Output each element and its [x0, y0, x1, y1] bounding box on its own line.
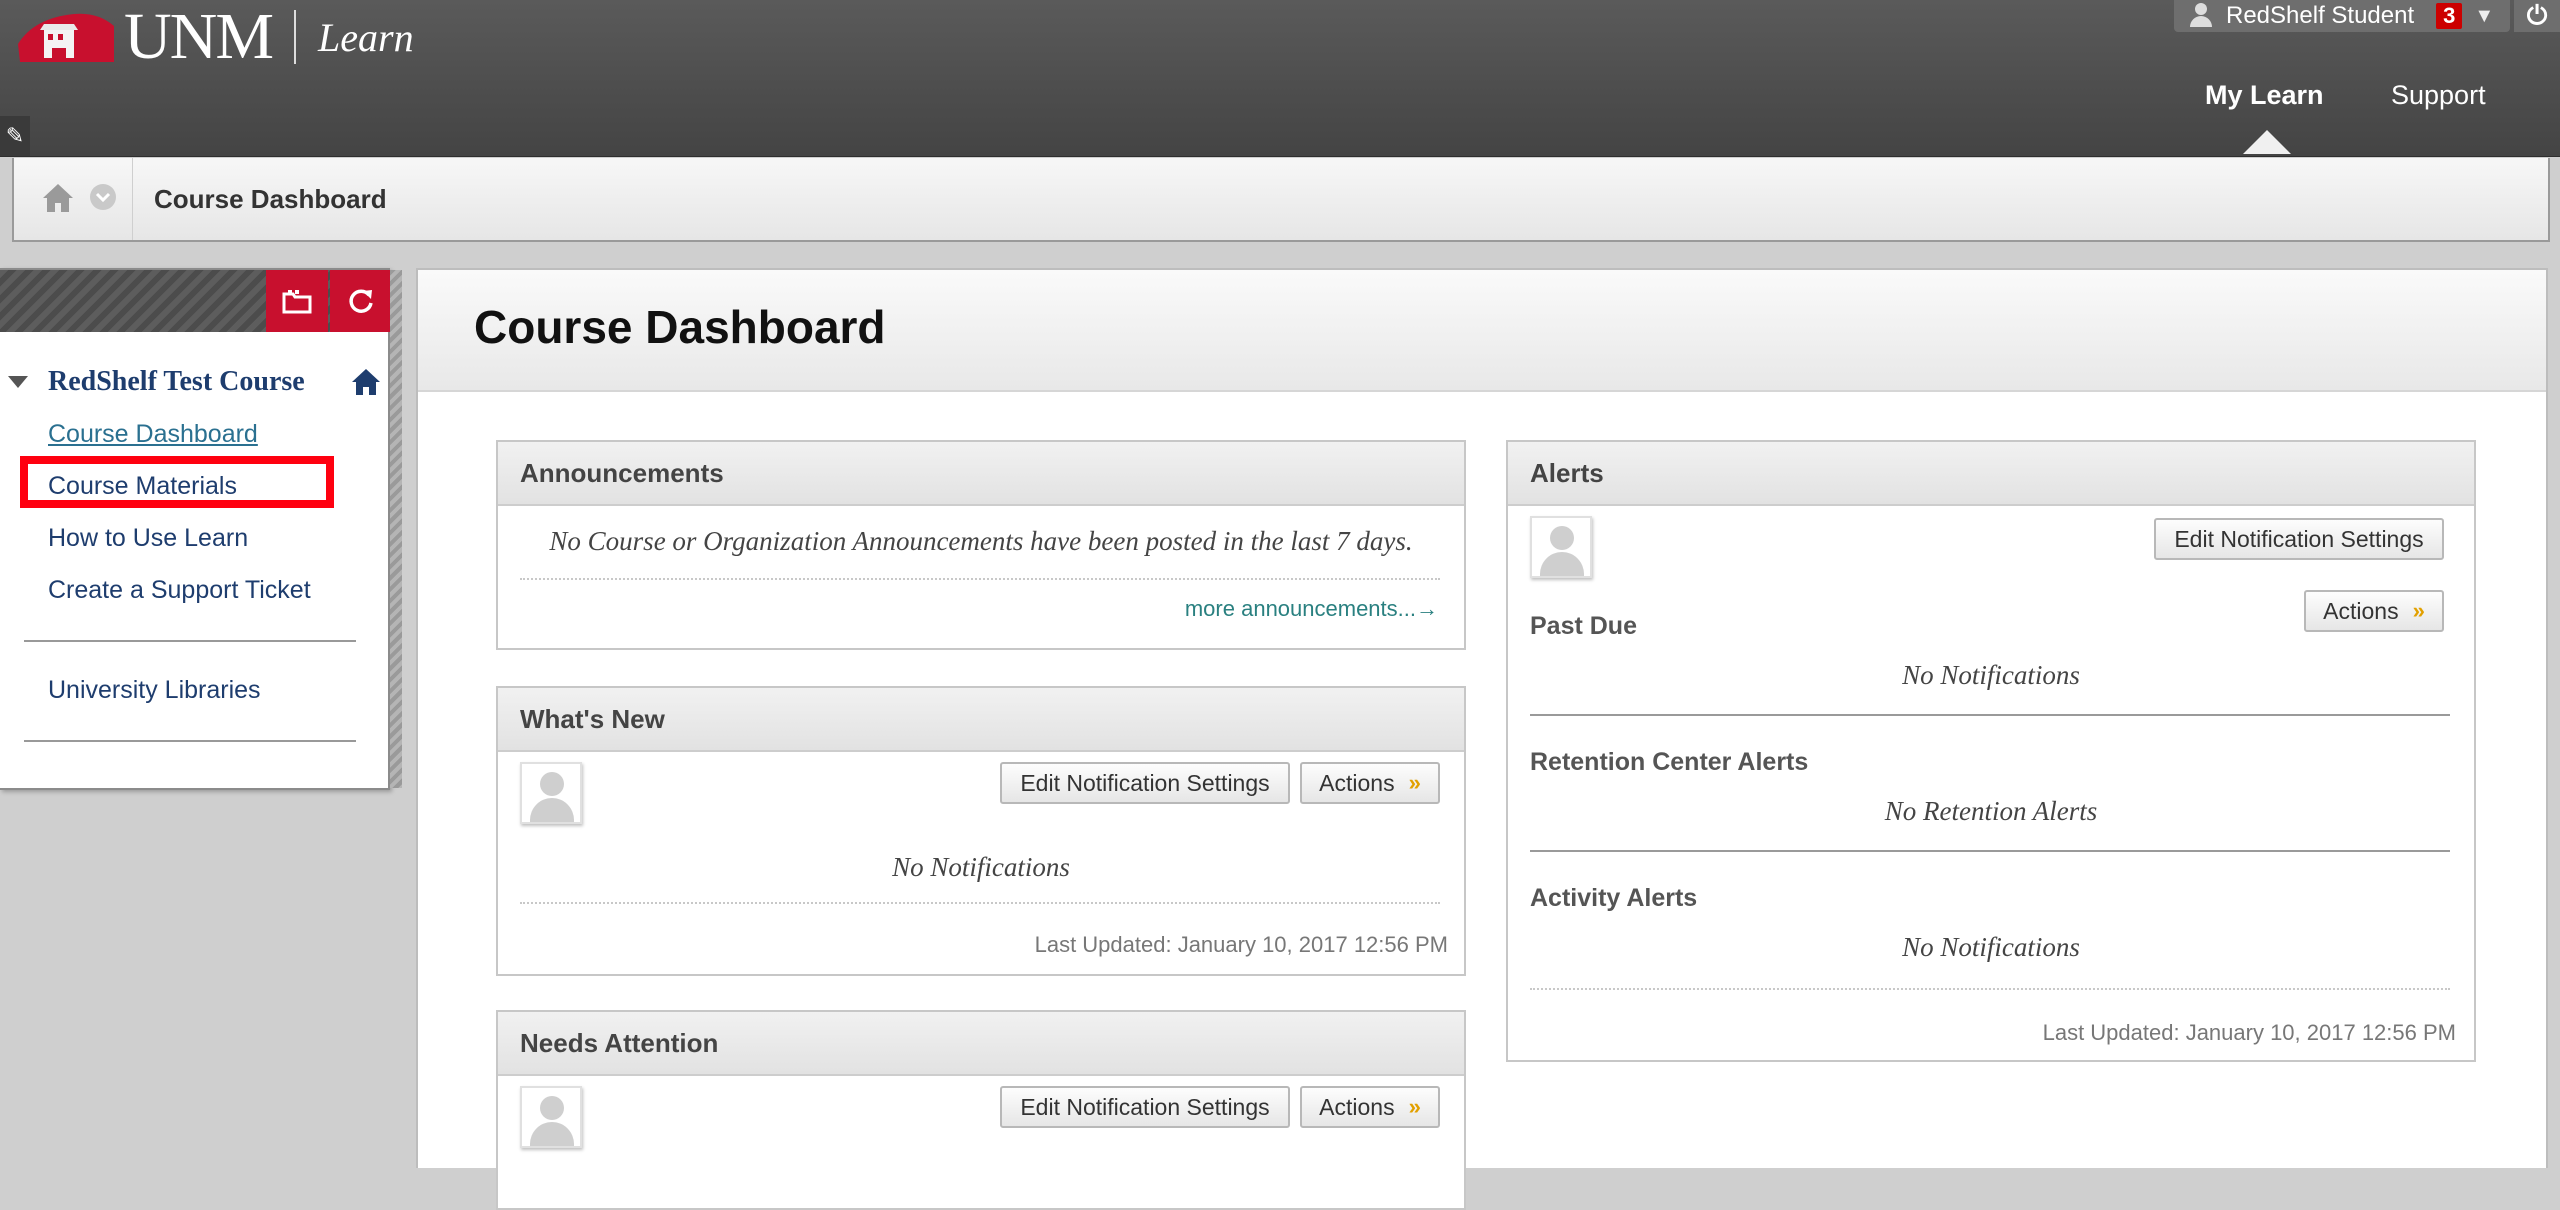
avatar [1530, 516, 1592, 578]
page-header: Course Dashboard [418, 270, 2546, 392]
retention-center-alerts-title: Retention Center Alerts [1530, 748, 1809, 776]
menu-divider [24, 640, 356, 642]
dotted-divider [520, 902, 1440, 904]
course-menu-header [0, 270, 392, 332]
menu-item-create-support-ticket[interactable]: Create a Support Ticket [48, 576, 311, 605]
edit-mode-icon[interactable]: ✎ [0, 116, 30, 156]
whats-new-module: What's New Edit Notification Settings Ac… [496, 686, 1466, 976]
more-announcements-link[interactable]: more announcements...→ [1185, 596, 1438, 622]
page-title: Course Dashboard [474, 301, 886, 353]
module-title[interactable]: Alerts [1508, 442, 2474, 506]
actions-button[interactable]: Actions » [1300, 1086, 1440, 1128]
menu-divider [24, 740, 356, 742]
menu-item-how-to-use-learn[interactable]: How to Use Learn [48, 524, 248, 553]
last-updated-text: Last Updated: January 10, 2017 12:56 PM [2042, 1020, 2456, 1045]
alerts-module: Alerts Edit Notification Settings Action… [1506, 440, 2476, 1062]
activity-alerts-title: Activity Alerts [1530, 884, 1698, 912]
dotted-divider [520, 578, 1440, 580]
top-header: UNM Learn RedShelf Student 3 ▼ ⏻ My Lear… [0, 0, 2560, 157]
avatar [520, 762, 582, 824]
past-due-title: Past Due [1530, 612, 1637, 640]
dotted-divider [1530, 988, 2450, 990]
actions-label: Actions [1319, 1093, 1395, 1120]
tab-support[interactable]: Support [2391, 80, 2486, 111]
announcements-module: Announcements No Course or Organization … [496, 440, 1466, 650]
actions-button[interactable]: Actions » [1300, 762, 1440, 804]
course-home-icon[interactable] [350, 366, 382, 398]
menu-item-course-dashboard[interactable]: Course Dashboard [48, 420, 258, 449]
last-updated-text: Last Updated: January 10, 2017 12:56 PM [1034, 932, 1448, 957]
course-title-row[interactable]: RedShelf Test Course [0, 364, 388, 404]
active-tab-indicator [2243, 130, 2291, 154]
menu-item-university-libraries[interactable]: University Libraries [48, 676, 261, 705]
user-menu[interactable]: RedShelf Student 3 ▼ [2174, 0, 2510, 32]
folder-icon [282, 290, 312, 314]
retention-empty-message: No Retention Alerts [1884, 796, 2098, 826]
double-chevron-down-icon: » [1408, 1094, 1421, 1119]
breadcrumb-menu-icon[interactable] [88, 182, 118, 212]
actions-label: Actions [2323, 597, 2399, 624]
whats-new-empty-message: No Notifications [892, 852, 1070, 882]
highlight-annotation-box [20, 456, 334, 508]
breadcrumb: Course Dashboard [12, 158, 2550, 242]
tab-my-learn[interactable]: My Learn [2205, 80, 2324, 111]
chevron-down-icon[interactable]: ▼ [2474, 5, 2494, 28]
course-title[interactable]: RedShelf Test Course [48, 366, 305, 398]
section-divider [1530, 850, 2450, 852]
breadcrumb-current: Course Dashboard [154, 184, 387, 214]
past-due-empty-message: No Notifications [1902, 660, 2080, 690]
module-title[interactable]: Announcements [498, 442, 1464, 506]
home-icon[interactable] [40, 180, 76, 216]
logo-learn-text: Learn [318, 14, 414, 60]
logo-divider [294, 10, 297, 64]
actions-label: Actions [1319, 769, 1395, 796]
notification-badge[interactable]: 3 [2436, 3, 2463, 29]
logo-unm-text: UNM [124, 0, 274, 73]
double-chevron-down-icon: » [1408, 770, 1421, 795]
module-title[interactable]: Needs Attention [498, 1012, 1464, 1076]
course-menu-resize-handle[interactable] [390, 270, 402, 788]
announcements-empty-message: No Course or Organization Announcements … [549, 526, 1413, 556]
refresh-icon [349, 289, 373, 313]
actions-button[interactable]: Actions » [2304, 590, 2444, 632]
logout-button[interactable]: ⏻ [2514, 0, 2560, 32]
main-content: Course Dashboard Announcements No Course… [416, 268, 2548, 1210]
folder-view-button[interactable] [266, 270, 328, 332]
power-icon: ⏻ [2526, 0, 2548, 30]
module-title[interactable]: What's New [498, 688, 1464, 752]
unm-logo[interactable]: UNM Learn [14, 2, 414, 72]
needs-attention-module: Needs Attention Edit Notification Settin… [496, 1010, 1466, 1210]
edit-notification-settings-button[interactable]: Edit Notification Settings [2154, 518, 2444, 560]
course-menu: RedShelf Test Course Course Dashboard Co… [0, 268, 392, 790]
section-divider [1530, 714, 2450, 716]
collapse-caret-icon[interactable] [8, 376, 28, 388]
edit-notification-settings-button[interactable]: Edit Notification Settings [1000, 762, 1290, 804]
edit-notification-settings-button[interactable]: Edit Notification Settings [1000, 1086, 1290, 1128]
breadcrumb-separator [132, 158, 133, 240]
avatar [520, 1086, 582, 1148]
activity-empty-message: No Notifications [1902, 932, 2080, 962]
double-chevron-down-icon: » [2412, 598, 2425, 623]
user-name: RedShelf Student [2226, 2, 2415, 29]
refresh-button[interactable] [330, 270, 392, 332]
user-icon [2188, 3, 2214, 29]
unm-logo-icon [18, 13, 114, 62]
